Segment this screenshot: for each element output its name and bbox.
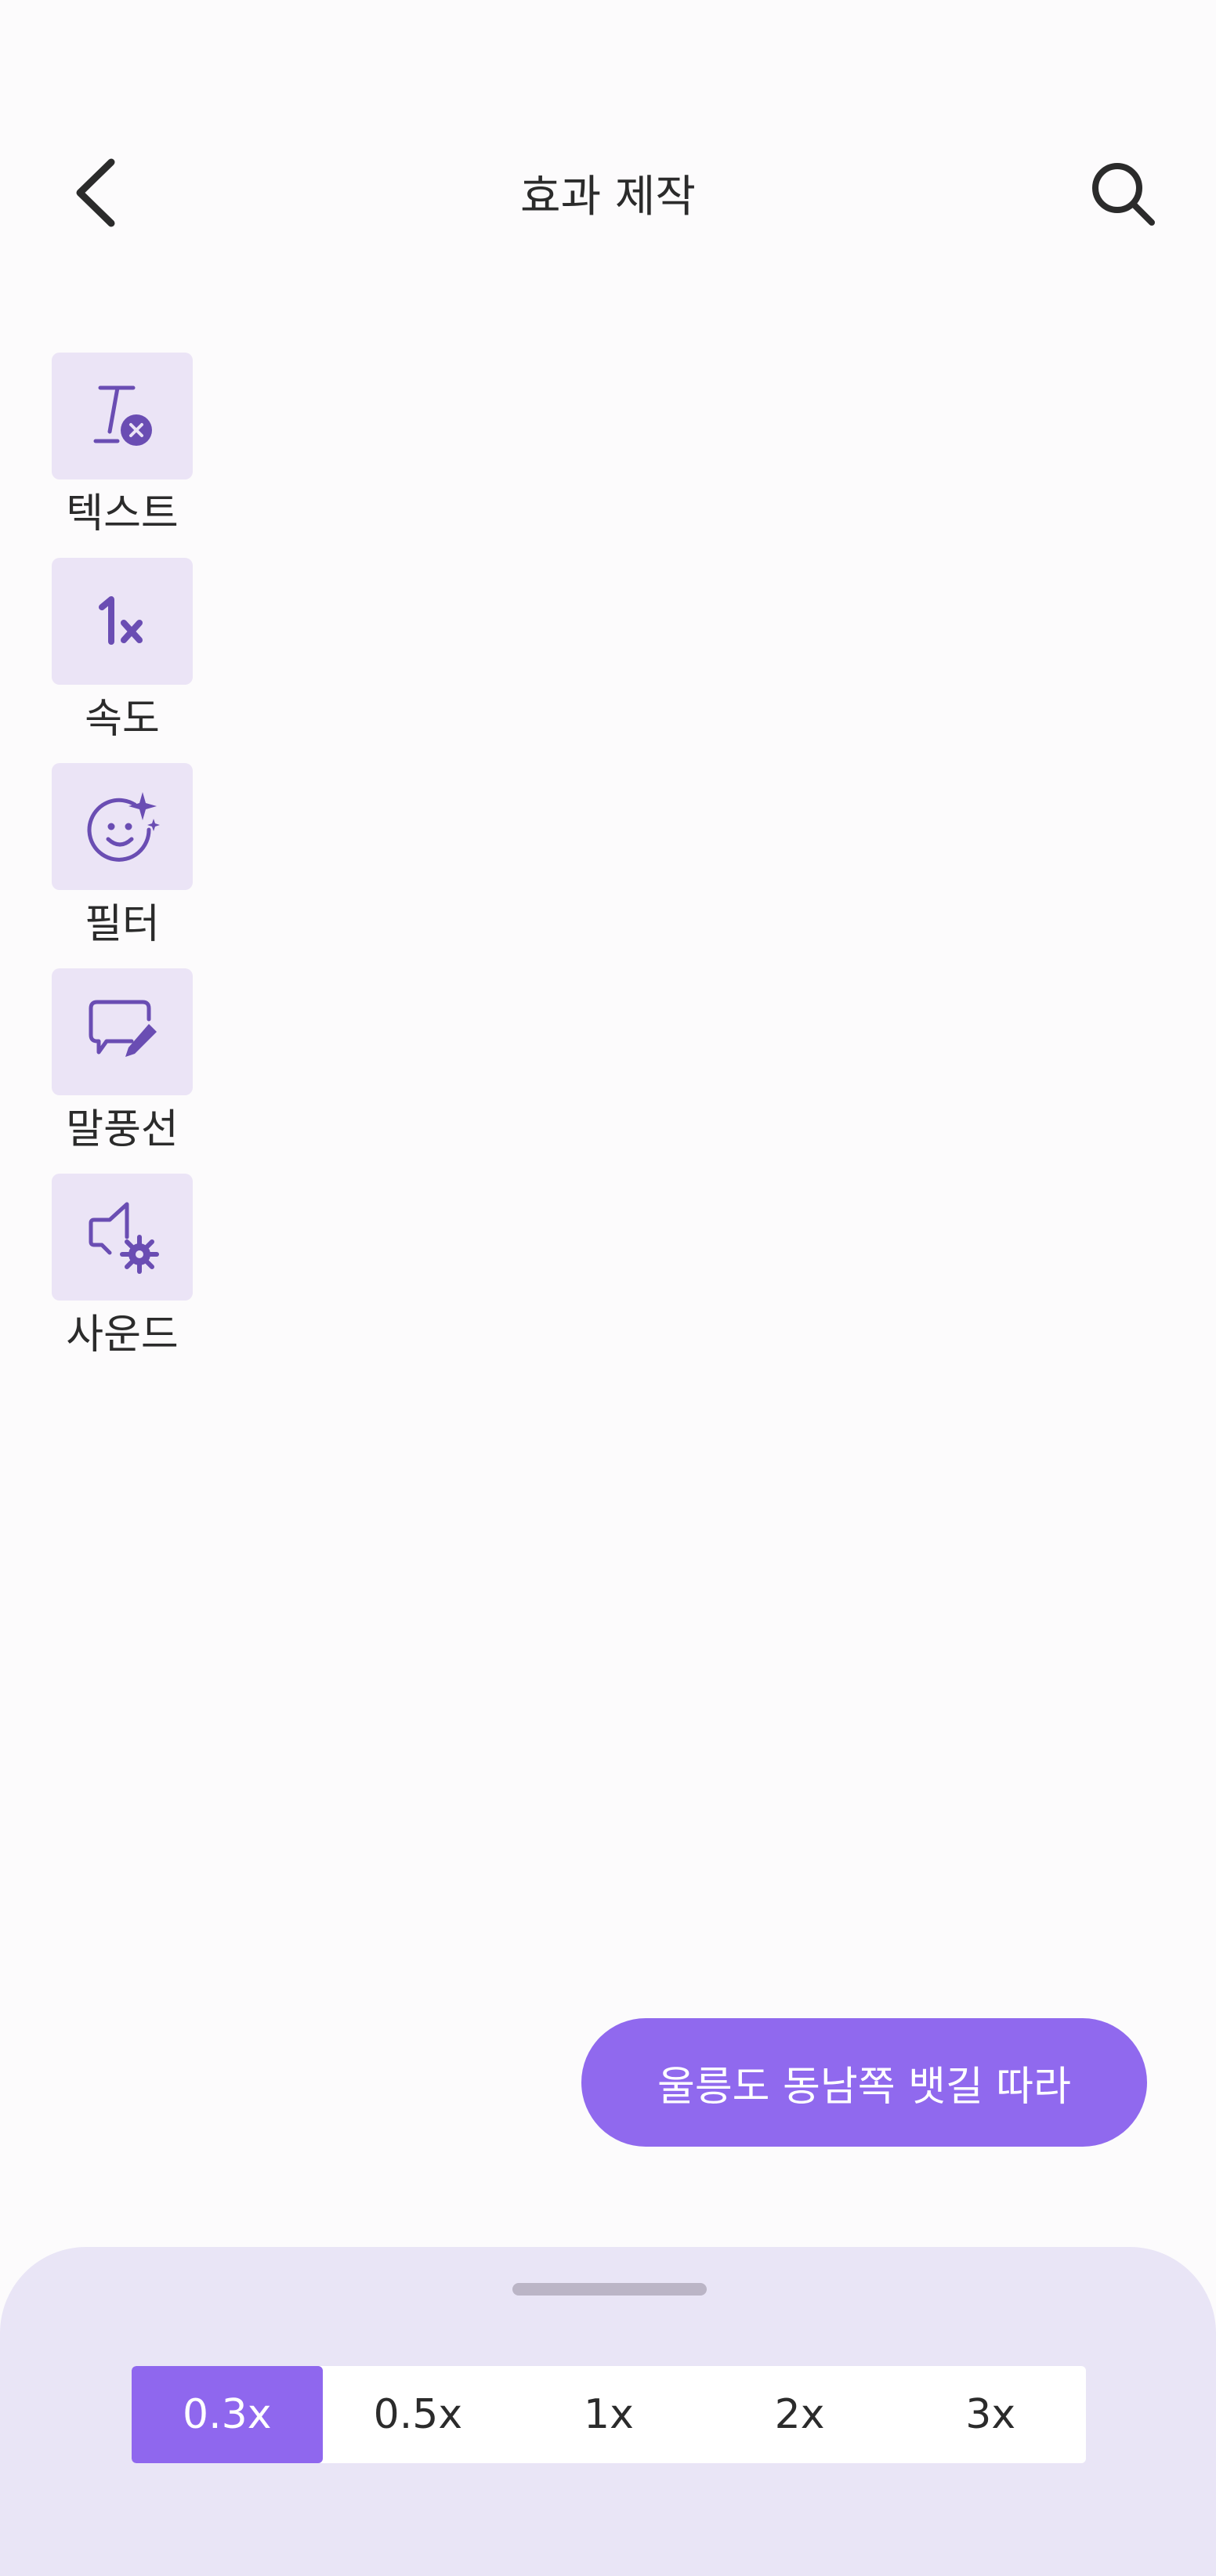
tool-text-label: 텍스트 <box>66 490 179 537</box>
speed-option-1x[interactable]: 1x <box>513 2366 704 2463</box>
search-icon <box>1092 163 1155 226</box>
tool-filter-tile[interactable] <box>52 763 193 890</box>
speed-option-2x[interactable]: 2x <box>704 2366 896 2463</box>
tool-speed-tile[interactable] <box>52 558 193 685</box>
speed-option-0.3x[interactable]: 0.3x <box>132 2366 323 2463</box>
bottom-sheet: 0.3x 0.5x 1x 2x 3x <box>0 2247 1216 2576</box>
speed-selector: 0.3x 0.5x 1x 2x 3x <box>132 2366 1086 2463</box>
speed-1x-icon <box>99 596 143 645</box>
speaker-settings-icon <box>89 1202 159 1274</box>
drag-handle[interactable] <box>512 2283 707 2296</box>
tool-speed-label: 속도 <box>85 696 160 743</box>
app-bar: 효과 제작 <box>0 0 1216 266</box>
tool-speech-bubble-tile[interactable] <box>52 968 193 1095</box>
search-button[interactable] <box>1080 150 1166 237</box>
subtitle-chip[interactable]: 울릉도 동남쪽 뱃길 따라 <box>581 2018 1147 2147</box>
tool-sound-label: 사운드 <box>66 1312 179 1359</box>
tool-filter[interactable]: 필터 <box>52 763 193 968</box>
speech-bubble-edit-icon <box>89 1000 157 1057</box>
tool-sound[interactable]: 사운드 <box>52 1174 193 1379</box>
tool-filter-label: 필터 <box>85 901 160 948</box>
effect-tool-list: 텍스트 속도 필터 말풍선 사운드 <box>52 353 193 1379</box>
face-sparkle-icon <box>87 792 160 862</box>
tool-speech-bubble-label: 말풍선 <box>66 1106 179 1153</box>
tool-speech-bubble[interactable]: 말풍선 <box>52 968 193 1174</box>
clear-format-text-icon <box>93 385 152 446</box>
speed-option-3x[interactable]: 3x <box>895 2366 1086 2463</box>
page-title: 효과 제작 <box>520 172 696 223</box>
tool-speed[interactable]: 속도 <box>52 558 193 763</box>
speed-option-0.5x[interactable]: 0.5x <box>323 2366 514 2463</box>
tool-text-tile[interactable] <box>52 353 193 479</box>
tool-sound-tile[interactable] <box>52 1174 193 1301</box>
tool-text[interactable]: 텍스트 <box>52 353 193 558</box>
